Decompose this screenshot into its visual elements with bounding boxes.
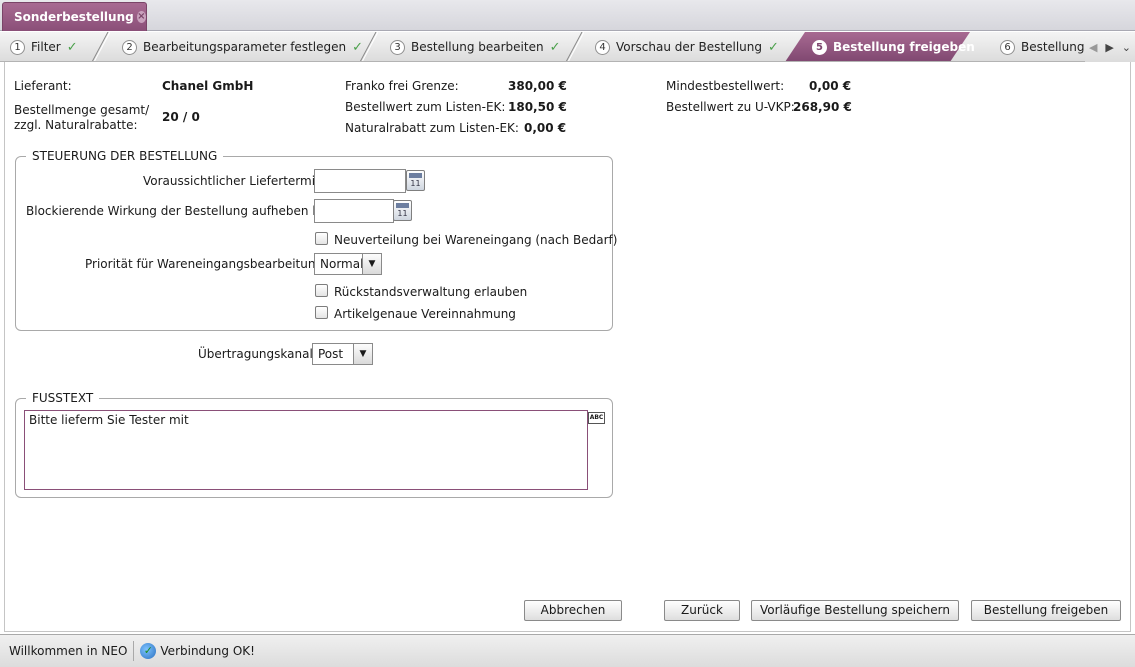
- steuerung-legend: STEUERUNG DER BESTELLUNG: [26, 149, 224, 163]
- mindestbestellwert-value: 0,00 €: [809, 79, 852, 93]
- step-bestellung-freigeben[interactable]: 5 Bestellung freigeben: [812, 32, 975, 61]
- kanal-select[interactable]: Post ▼: [312, 343, 373, 365]
- fusstext-textarea[interactable]: Bitte lieferm Sie Tester mit: [24, 410, 588, 490]
- step-number: 1: [10, 39, 25, 55]
- step-number: 2: [122, 39, 137, 55]
- prioritaet-value: Normal: [320, 257, 364, 271]
- neuverteilung-checkbox[interactable]: [315, 232, 328, 245]
- bestellmenge-label: Bestellmenge gesamt/: [14, 103, 150, 117]
- step-label: Filter: [31, 40, 61, 54]
- naturalrabatte-label: zzgl. Naturalrabatte:: [14, 118, 138, 132]
- liefertermin-label: Voraussichtlicher Liefertermin:: [143, 174, 327, 188]
- naturalrabatt-label: Naturalrabatt zum Listen-EK:: [345, 121, 519, 135]
- speichern-button[interactable]: Vorläufige Bestellung speichern: [751, 600, 959, 621]
- connection-status: Verbindung OK!: [160, 644, 255, 658]
- content-frame: [4, 62, 1131, 632]
- status-bar: Willkommen in NEO ✓ Verbindung OK!: [0, 634, 1135, 667]
- dropdown-arrow-icon[interactable]: ▼: [362, 254, 381, 274]
- artikelgenau-checkbox[interactable]: [315, 306, 328, 319]
- step-number: 5: [812, 39, 827, 55]
- step-number: 6: [1000, 39, 1015, 55]
- freigeben-button[interactable]: Bestellung freigeben: [971, 600, 1121, 621]
- blockierend-label: Blockierende Wirkung der Bestellung aufh…: [26, 204, 334, 218]
- step-separator: [565, 32, 584, 61]
- window-tabbar: Sonderbestellung ×: [0, 0, 1135, 31]
- rueckstand-label: Rückstandsverwaltung erlauben: [334, 285, 528, 299]
- connection-ok-icon: ✓: [140, 643, 157, 659]
- step-separator: [91, 32, 110, 61]
- abbrechen-button[interactable]: Abbrechen: [524, 600, 622, 621]
- calendar-icon[interactable]: 11: [393, 200, 412, 221]
- close-icon[interactable]: ×: [136, 11, 146, 23]
- liefertermin-input[interactable]: [314, 169, 406, 193]
- uvkp-label: Bestellwert zu U-VKP:: [666, 100, 795, 114]
- step-bestellung-bearbeiten[interactable]: 3 Bestellung bearbeiten ✓: [390, 32, 561, 61]
- mindestbestellwert-label: Mindestbestellwert:: [666, 79, 785, 93]
- rueckstand-checkbox[interactable]: [315, 284, 328, 297]
- step-filter[interactable]: 1 Filter ✓: [10, 32, 78, 61]
- check-icon: ✓: [66, 39, 78, 55]
- franko-label: Franko frei Grenze:: [345, 79, 459, 93]
- step-vorschau[interactable]: 4 Vorschau der Bestellung ✓: [595, 32, 779, 61]
- step-label: Bestellung bearbeiten: [411, 40, 544, 54]
- step-scroll-controls: ◀ ▶ ⌄: [1085, 32, 1135, 62]
- zurueck-button[interactable]: Zurück: [664, 600, 740, 621]
- welcome-text: Willkommen in NEO: [9, 644, 128, 658]
- blockierend-input[interactable]: [314, 199, 394, 223]
- dropdown-arrow-icon[interactable]: ▼: [353, 344, 372, 364]
- neuverteilung-label: Neuverteilung bei Wareneingang (nach Bed…: [334, 233, 618, 247]
- check-icon: ✓: [352, 39, 363, 55]
- naturalrabatt-value: 0,00 €: [524, 121, 567, 135]
- step-bestellung-abschliessen[interactable]: 6 Bestellung a: [1000, 32, 1096, 61]
- listen-ek-label: Bestellwert zum Listen-EK:: [345, 100, 506, 114]
- prioritaet-select[interactable]: Normal ▼: [314, 253, 382, 275]
- tab-sonderbestellung[interactable]: Sonderbestellung ×: [2, 2, 147, 31]
- step-label: Vorschau der Bestellung: [616, 40, 762, 54]
- step-number: 3: [390, 39, 405, 55]
- wizard-steps: 1 Filter ✓ 2 Bearbeitungsparameter festl…: [0, 32, 1135, 62]
- fusstext-legend: FUSSTEXT: [26, 391, 100, 405]
- spellcheck-icon[interactable]: ABC: [588, 412, 605, 424]
- status-divider: [133, 641, 135, 661]
- kanal-label: Übertragungskanal:: [198, 347, 317, 361]
- franko-value: 380,00 €: [508, 79, 567, 93]
- uvkp-value: 268,90 €: [793, 100, 852, 114]
- chevron-down-icon[interactable]: ⌄: [1122, 41, 1131, 54]
- step-label: Bestellung freigeben: [833, 40, 975, 54]
- step-number: 4: [595, 39, 610, 55]
- listen-ek-value: 180,50 €: [508, 100, 567, 114]
- lieferant-value: Chanel GmbH: [162, 79, 254, 93]
- kanal-value: Post: [318, 347, 344, 361]
- scroll-left-icon[interactable]: ◀: [1089, 41, 1097, 54]
- calendar-icon[interactable]: 11: [406, 170, 425, 191]
- prioritaet-label: Priorität für Wareneingangsbearbeitung:: [85, 257, 328, 271]
- step-bearbeitungsparameter[interactable]: 2 Bearbeitungsparameter festlegen ✓: [122, 32, 363, 61]
- bestellmenge-value: 20 / 0: [162, 110, 200, 124]
- scroll-right-icon[interactable]: ▶: [1105, 41, 1113, 54]
- tab-title: Sonderbestellung: [14, 10, 134, 24]
- step-label: Bearbeitungsparameter festlegen: [143, 40, 347, 54]
- check-icon: ✓: [767, 39, 779, 55]
- lieferant-label: Lieferant:: [14, 79, 72, 93]
- artikelgenau-label: Artikelgenaue Vereinnahmung: [334, 307, 516, 321]
- check-icon: ✓: [549, 39, 561, 55]
